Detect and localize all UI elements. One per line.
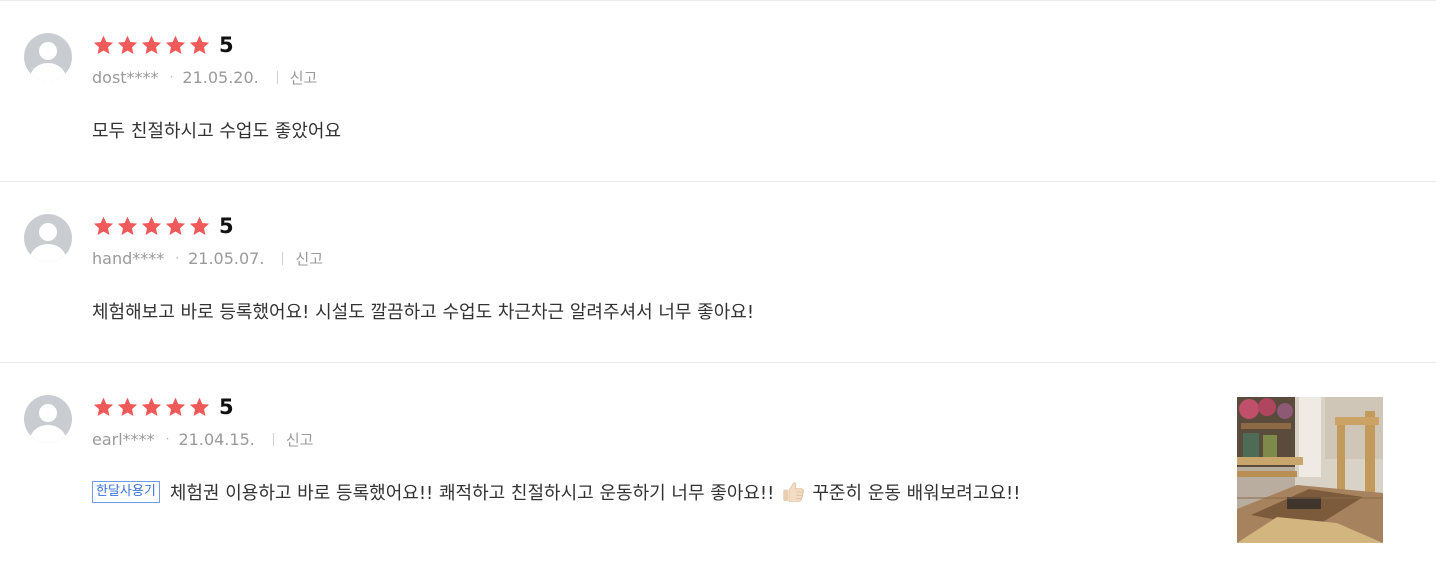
review-text: 한달사용기 체험권 이용하고 바로 등록했어요!! 쾌적하고 친절하시고 운동하… bbox=[92, 477, 1020, 507]
star-icon bbox=[165, 397, 186, 416]
review-text-body: 체험해보고 바로 등록했어요! 시설도 깔끔하고 수업도 차근차근 알려주셔서 … bbox=[92, 302, 755, 323]
rating: 5 bbox=[92, 212, 234, 240]
review-text-body: 체험권 이용하고 바로 등록했어요!! 쾌적하고 친절하시고 운동하기 너무 좋… bbox=[169, 483, 775, 504]
rating-score: 5 bbox=[219, 214, 234, 238]
rating: 5 bbox=[92, 393, 234, 421]
star-rating bbox=[92, 34, 211, 56]
avatar bbox=[24, 395, 72, 443]
star-rating bbox=[92, 215, 211, 237]
review-list: 5 dost**** · 21.05.20. 신고 모두 친절하시고 수업도 좋… bbox=[0, 0, 1436, 568]
review-text-body: 모두 친절하시고 수업도 좋았어요 bbox=[92, 121, 342, 142]
meta-dot: · bbox=[175, 251, 180, 265]
rating-score: 5 bbox=[219, 33, 234, 57]
star-icon bbox=[93, 397, 114, 416]
star-icon bbox=[165, 35, 186, 54]
review-meta: earl**** · 21.04.15. 신고 bbox=[92, 427, 313, 451]
review-text-body-end: 꾸준히 운동 배워보려고요!! bbox=[812, 483, 1021, 504]
star-icon bbox=[165, 216, 186, 235]
username: dost**** bbox=[92, 67, 159, 87]
rating: 5 bbox=[92, 31, 234, 59]
avatar bbox=[24, 33, 72, 81]
report-link[interactable]: 신고 bbox=[286, 429, 314, 450]
review-date: 21.05.07. bbox=[188, 248, 265, 268]
avatar bbox=[24, 214, 72, 262]
thumbs-up-icon bbox=[783, 482, 805, 502]
pilates-studio-photo bbox=[1237, 397, 1383, 543]
rating-score: 5 bbox=[219, 395, 234, 419]
username: earl**** bbox=[92, 429, 155, 449]
review-text: 모두 친절하시고 수업도 좋았어요 bbox=[92, 115, 341, 145]
review-date: 21.05.20. bbox=[182, 67, 259, 87]
star-icon bbox=[189, 35, 210, 54]
report-link[interactable]: 신고 bbox=[290, 67, 318, 88]
review-meta: hand**** · 21.05.07. 신고 bbox=[92, 246, 323, 270]
review-item: 5 hand**** · 21.05.07. 신고 체험해보고 바로 등록했어요… bbox=[0, 182, 1436, 363]
review-text: 체험해보고 바로 등록했어요! 시설도 깔끔하고 수업도 차근차근 알려주셔서 … bbox=[92, 296, 754, 326]
review-item: 5 earl**** · 21.04.15. 신고 한달사용기 체험권 이용하고… bbox=[0, 363, 1436, 568]
meta-divider bbox=[276, 70, 278, 84]
star-icon bbox=[189, 216, 210, 235]
star-icon bbox=[189, 397, 210, 416]
review-photo[interactable] bbox=[1237, 397, 1383, 543]
star-icon bbox=[117, 397, 138, 416]
star-icon bbox=[117, 216, 138, 235]
star-icon bbox=[117, 35, 138, 54]
star-icon bbox=[93, 35, 114, 54]
review-item: 5 dost**** · 21.05.20. 신고 모두 친절하시고 수업도 좋… bbox=[0, 1, 1436, 182]
star-icon bbox=[141, 216, 162, 235]
star-icon bbox=[141, 397, 162, 416]
star-icon bbox=[141, 35, 162, 54]
username: hand**** bbox=[92, 248, 165, 268]
meta-divider bbox=[272, 432, 274, 446]
meta-divider bbox=[282, 251, 284, 265]
meta-dot: · bbox=[165, 432, 170, 446]
report-link[interactable]: 신고 bbox=[295, 248, 323, 269]
star-rating bbox=[92, 396, 211, 418]
meta-dot: · bbox=[169, 70, 174, 84]
star-icon bbox=[93, 216, 114, 235]
review-meta: dost**** · 21.05.20. 신고 bbox=[92, 65, 317, 89]
review-date: 21.04.15. bbox=[178, 429, 255, 449]
review-tag[interactable]: 한달사용기 bbox=[92, 481, 160, 503]
